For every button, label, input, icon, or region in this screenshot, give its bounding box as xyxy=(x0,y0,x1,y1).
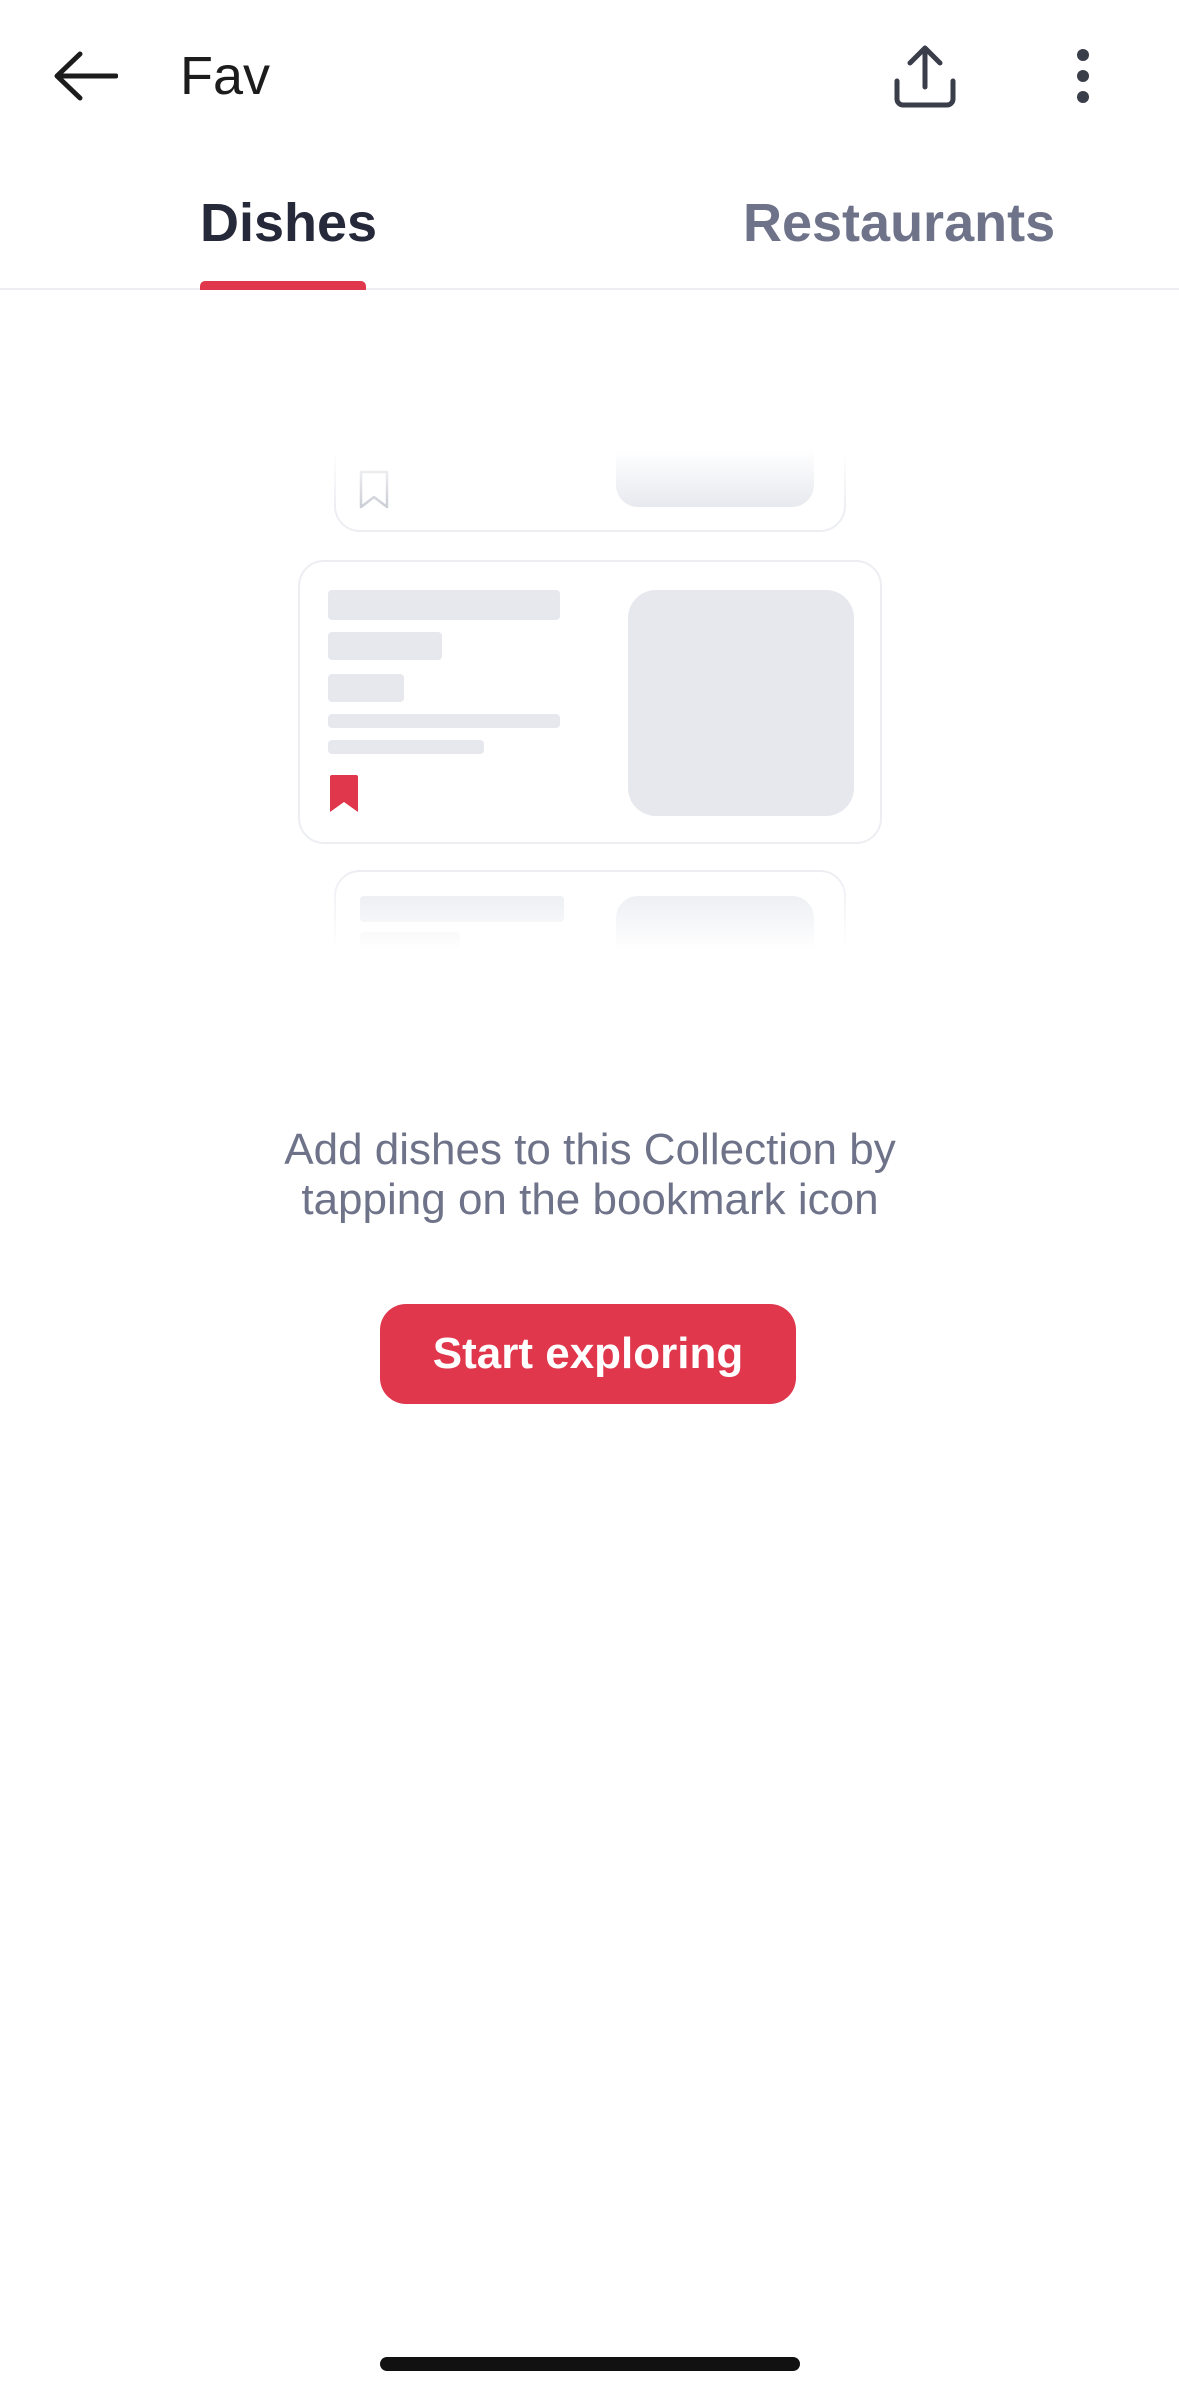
more-options-button[interactable] xyxy=(1043,36,1123,116)
placeholder-line xyxy=(328,714,560,728)
start-exploring-button[interactable]: Start exploring xyxy=(380,1304,796,1404)
bookmark-filled-icon xyxy=(330,775,358,812)
tab-dishes[interactable]: Dishes xyxy=(200,190,377,256)
placeholder-image xyxy=(628,590,854,816)
page-title: Fav xyxy=(180,46,271,106)
placeholder-card-main xyxy=(298,560,882,844)
active-tab-indicator xyxy=(200,281,366,290)
home-indicator xyxy=(380,2357,800,2371)
empty-state-message-line: tapping on the bookmark icon xyxy=(301,1175,879,1224)
empty-state-message: Add dishes to this Collection by tapping… xyxy=(190,1125,990,1225)
more-vertical-icon xyxy=(1077,49,1089,103)
back-button[interactable] xyxy=(40,36,130,116)
share-button[interactable] xyxy=(885,36,965,116)
arrow-left-icon xyxy=(54,51,118,101)
fade-overlay xyxy=(296,870,884,950)
placeholder-line xyxy=(328,632,442,660)
placeholder-line xyxy=(328,590,560,620)
placeholder-line xyxy=(328,740,484,754)
empty-state-message-line: Add dishes to this Collection by xyxy=(284,1125,896,1174)
fade-overlay xyxy=(296,450,884,510)
tab-restaurants[interactable]: Restaurants xyxy=(743,190,1055,256)
empty-state-illustration xyxy=(296,450,884,950)
share-upload-icon xyxy=(894,45,956,108)
app-header: Fav xyxy=(0,0,1179,155)
collection-tabs: Dishes Restaurants xyxy=(0,170,1179,290)
placeholder-line xyxy=(328,674,404,702)
